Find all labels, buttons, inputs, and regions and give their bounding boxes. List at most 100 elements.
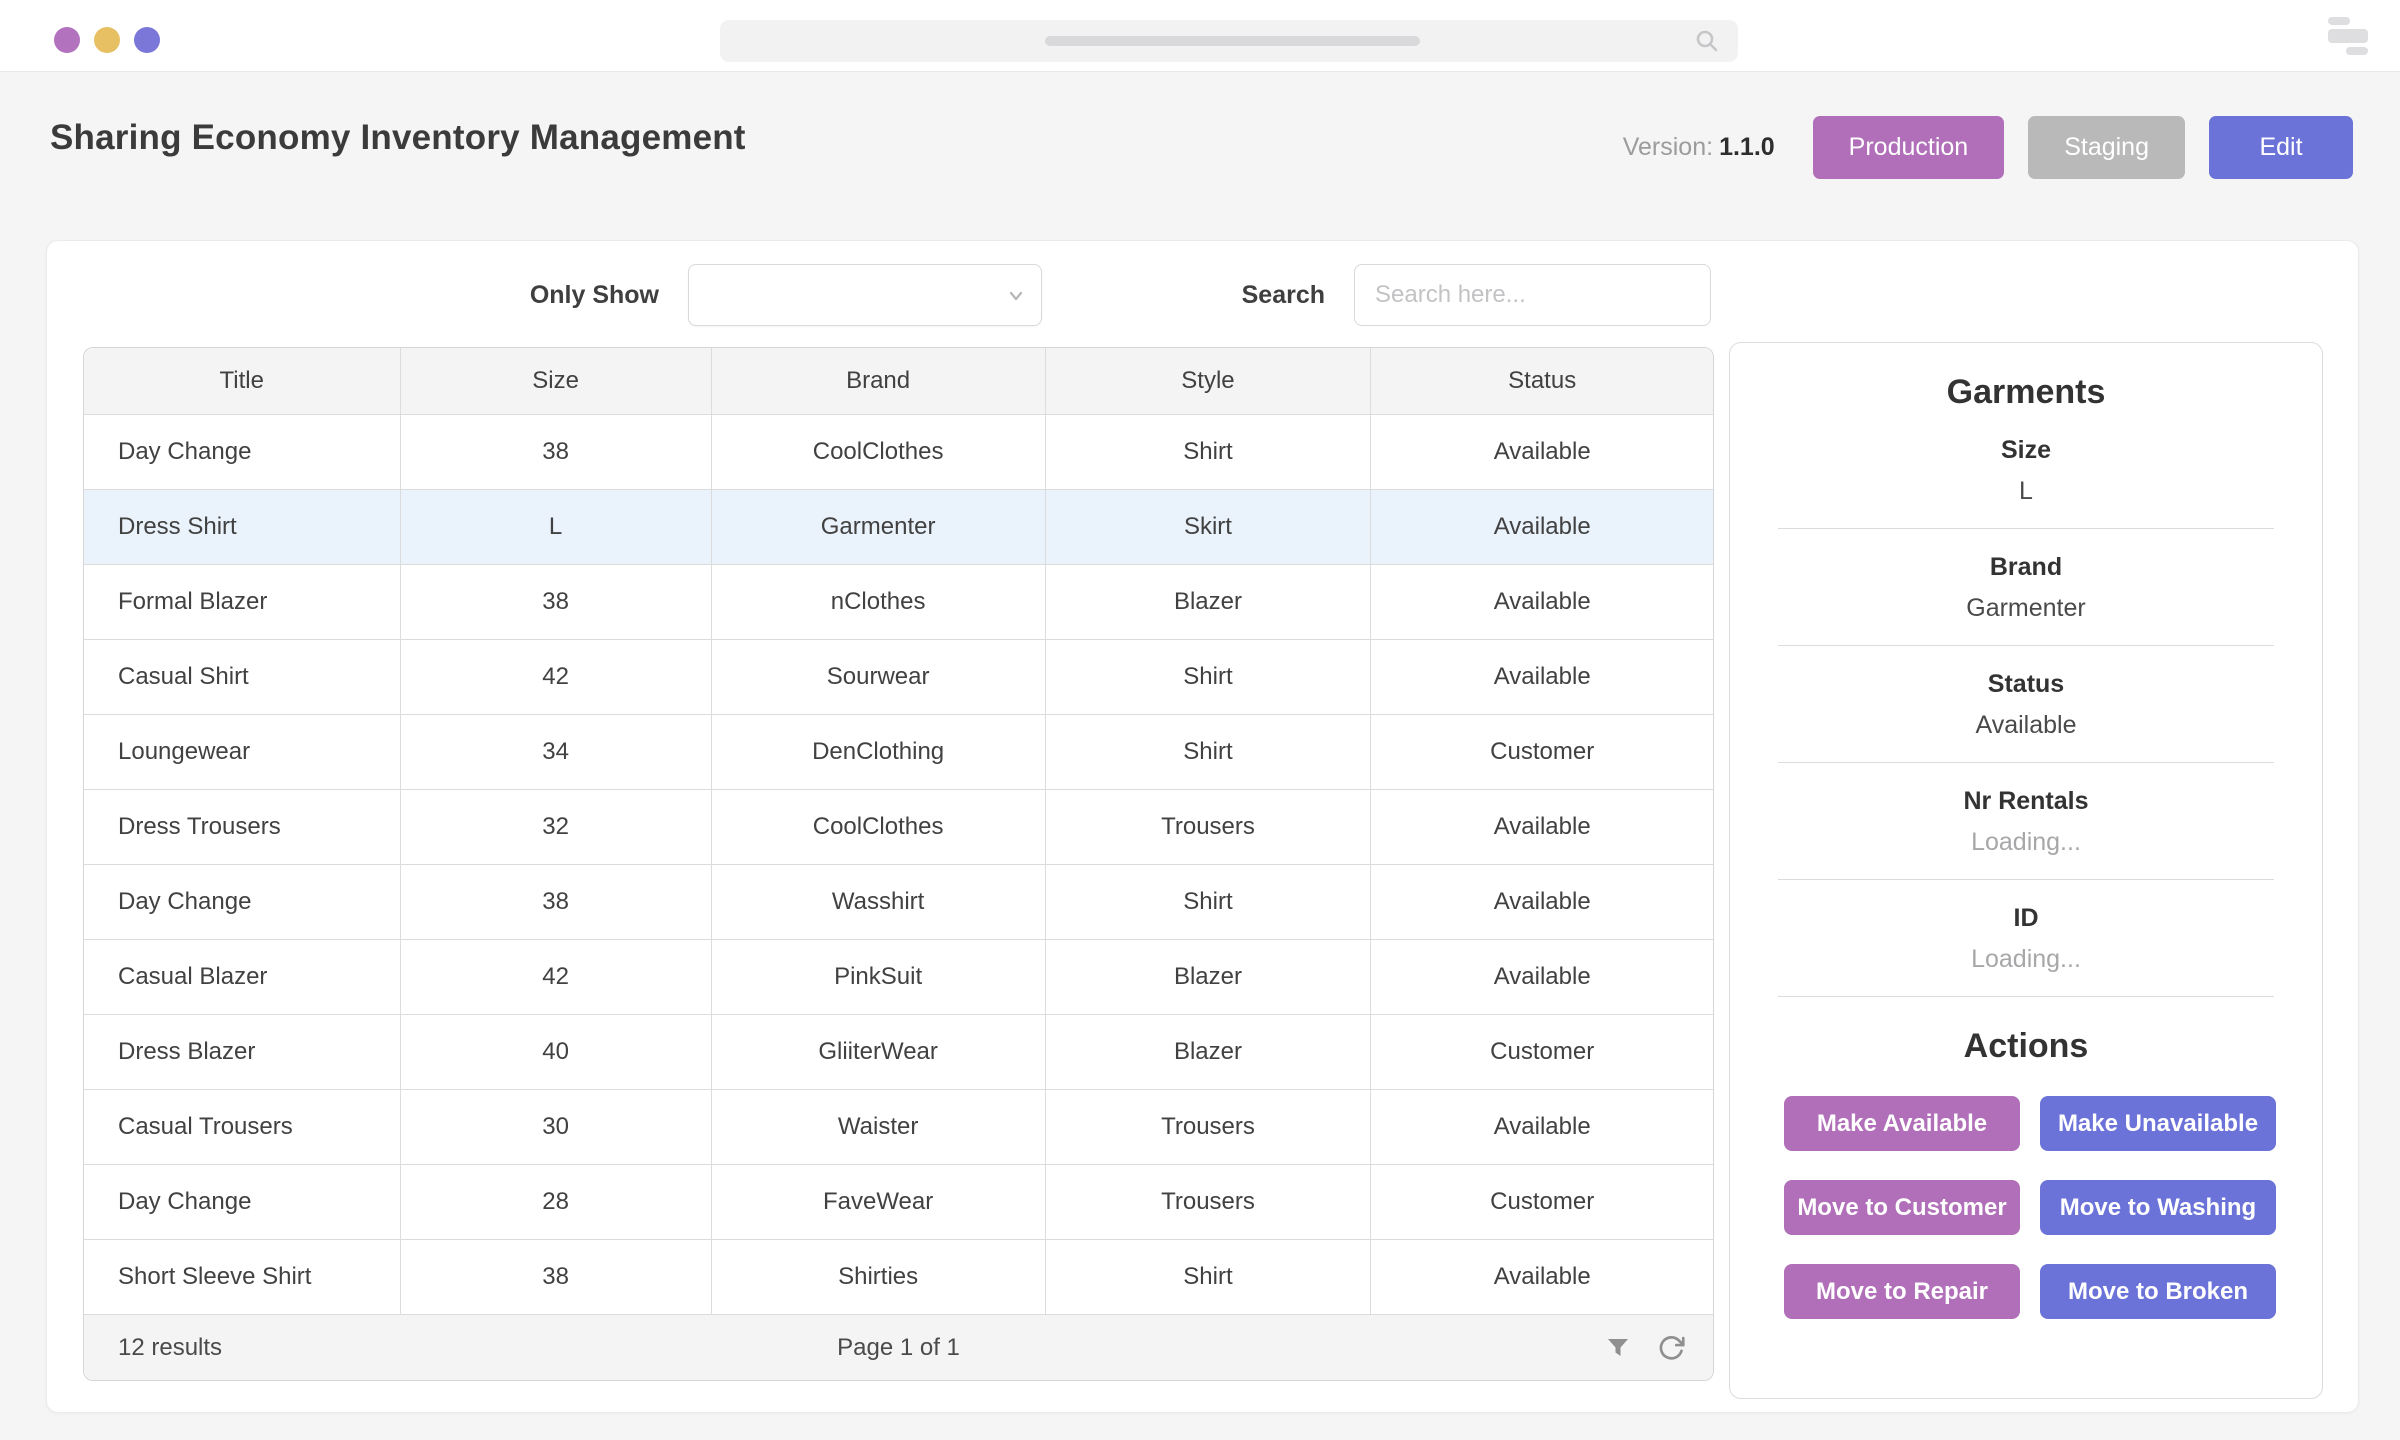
cell-title: Casual Trousers	[84, 1089, 400, 1164]
cell-style: Blazer	[1045, 564, 1371, 639]
cell-status: Available	[1371, 489, 1713, 564]
move-to-broken-button[interactable]: Move to Broken	[2040, 1264, 2276, 1319]
field-value-status: Available	[1730, 711, 2322, 740]
address-bar[interactable]	[720, 20, 1738, 62]
table-row[interactable]: Day Change38CoolClothesShirtAvailable	[84, 414, 1713, 489]
cell-size: 40	[400, 1014, 711, 1089]
cell-title: Dress Trousers	[84, 789, 400, 864]
table-row[interactable]: Casual Shirt42SourwearShirtAvailable	[84, 639, 1713, 714]
table-row[interactable]: Day Change28FaveWearTrousersCustomer	[84, 1164, 1713, 1239]
cell-status: Available	[1371, 939, 1713, 1014]
table-row[interactable]: Dress Trousers32CoolClothesTrousersAvail…	[84, 789, 1713, 864]
only-show-dropdown[interactable]	[688, 264, 1042, 326]
cell-style: Trousers	[1045, 789, 1371, 864]
divider	[1778, 762, 2274, 763]
table-row[interactable]: Casual Blazer42PinkSuitBlazerAvailable	[84, 939, 1713, 1014]
cell-size: 38	[400, 564, 711, 639]
column-header-size: Size	[400, 348, 711, 414]
cell-style: Shirt	[1045, 1239, 1371, 1314]
table-row[interactable]: Casual Trousers30WaisterTrousersAvailabl…	[84, 1089, 1713, 1164]
cell-status: Customer	[1371, 1014, 1713, 1089]
refresh-icon[interactable]	[1657, 1334, 1685, 1362]
search-icon	[1694, 28, 1720, 54]
cell-style: Blazer	[1045, 939, 1371, 1014]
cell-style: Shirt	[1045, 414, 1371, 489]
cell-title: Day Change	[84, 414, 400, 489]
cell-title: Dress Blazer	[84, 1014, 400, 1089]
cell-title: Casual Shirt	[84, 639, 400, 714]
search-input[interactable]	[1354, 264, 1711, 326]
field-label-brand: Brand	[1730, 553, 2322, 582]
actions-grid: Make Available Make Unavailable Move to Cu…	[1784, 1096, 2276, 1319]
edit-button[interactable]: Edit	[2209, 116, 2353, 179]
version-text: Version:1.1.0	[1623, 133, 1775, 162]
filter-icon[interactable]	[1605, 1335, 1631, 1361]
only-show-label: Only Show	[427, 264, 659, 326]
make-unavailable-button[interactable]: Make Unavailable	[2040, 1096, 2276, 1151]
cell-title: Day Change	[84, 1164, 400, 1239]
field-value-size: L	[1730, 477, 2322, 506]
garment-detail-panel: Garments SizeLBrandGarmenterStatusAvaila…	[1729, 342, 2323, 1399]
window-control-dot-2[interactable]	[94, 27, 120, 53]
table-row[interactable]: Dress Blazer40GliiterWearBlazerCustomer	[84, 1014, 1713, 1089]
field-label-id: ID	[1730, 904, 2322, 933]
chevron-down-icon	[1007, 287, 1025, 305]
table-row[interactable]: Short Sleeve Shirt38ShirtiesShirtAvailab…	[84, 1239, 1713, 1314]
page-indicator: Page 1 of 1	[84, 1315, 1713, 1381]
staging-button[interactable]: Staging	[2028, 116, 2185, 179]
cell-style: Trousers	[1045, 1089, 1371, 1164]
field-value-id: Loading...	[1730, 945, 2322, 974]
divider	[1778, 879, 2274, 880]
cell-size: 38	[400, 1239, 711, 1314]
inventory-table: TitleSizeBrandStyleStatus Day Change38Co…	[83, 347, 1714, 1381]
divider	[1778, 645, 2274, 646]
cell-size: 30	[400, 1089, 711, 1164]
column-header-style: Style	[1045, 348, 1371, 414]
field-label-nr-rentals: Nr Rentals	[1730, 787, 2322, 816]
cell-brand: GliiterWear	[711, 1014, 1045, 1089]
cell-status: Available	[1371, 414, 1713, 489]
field-label-size: Size	[1730, 436, 2322, 465]
browser-menu-icon[interactable]	[2326, 14, 2374, 58]
table-header-row: TitleSizeBrandStyleStatus	[84, 348, 1713, 414]
field-label-status: Status	[1730, 670, 2322, 699]
url-placeholder-bar	[1045, 36, 1420, 46]
cell-brand: Shirties	[711, 1239, 1045, 1314]
cell-title: Day Change	[84, 864, 400, 939]
cell-size: 28	[400, 1164, 711, 1239]
table-row[interactable]: Formal Blazer38nClothesBlazerAvailable	[84, 564, 1713, 639]
cell-size: 38	[400, 864, 711, 939]
panel-title: Garments	[1730, 373, 2322, 412]
move-to-washing-button[interactable]: Move to Washing	[2040, 1180, 2276, 1235]
production-button[interactable]: Production	[1813, 116, 2005, 179]
cell-style: Blazer	[1045, 1014, 1371, 1089]
move-to-repair-button[interactable]: Move to Repair	[1784, 1264, 2020, 1319]
browser-topbar	[0, 0, 2400, 72]
table-row[interactable]: Loungewear34DenClothingShirtCustomer	[84, 714, 1713, 789]
make-available-button[interactable]: Make Available	[1784, 1096, 2020, 1151]
table-row[interactable]: Day Change38WasshirtShirtAvailable	[84, 864, 1713, 939]
cell-style: Shirt	[1045, 639, 1371, 714]
cell-size: 38	[400, 414, 711, 489]
window-controls	[54, 27, 160, 53]
cell-status: Available	[1371, 789, 1713, 864]
actions-title: Actions	[1730, 1027, 2322, 1066]
table-row-selected[interactable]: Dress ShirtLGarmenterSkirtAvailable	[84, 489, 1713, 564]
column-header-status: Status	[1371, 348, 1713, 414]
move-to-customer-button[interactable]: Move to Customer	[1784, 1180, 2020, 1235]
page-title: Sharing Economy Inventory Management	[50, 118, 746, 158]
cell-status: Available	[1371, 864, 1713, 939]
window-control-dot-3[interactable]	[134, 27, 160, 53]
cell-style: Shirt	[1045, 864, 1371, 939]
cell-size: 42	[400, 939, 711, 1014]
table-footer: 12 results Page 1 of 1	[84, 1314, 1713, 1380]
cell-brand: FaveWear	[711, 1164, 1045, 1239]
cell-title: Casual Blazer	[84, 939, 400, 1014]
cell-size: 42	[400, 639, 711, 714]
cell-title: Loungewear	[84, 714, 400, 789]
window-control-dot-1[interactable]	[54, 27, 80, 53]
main-card: Only Show Search TitleSizeBrandStyleStat…	[46, 240, 2359, 1413]
cell-status: Available	[1371, 639, 1713, 714]
cell-style: Skirt	[1045, 489, 1371, 564]
cell-size: 34	[400, 714, 711, 789]
